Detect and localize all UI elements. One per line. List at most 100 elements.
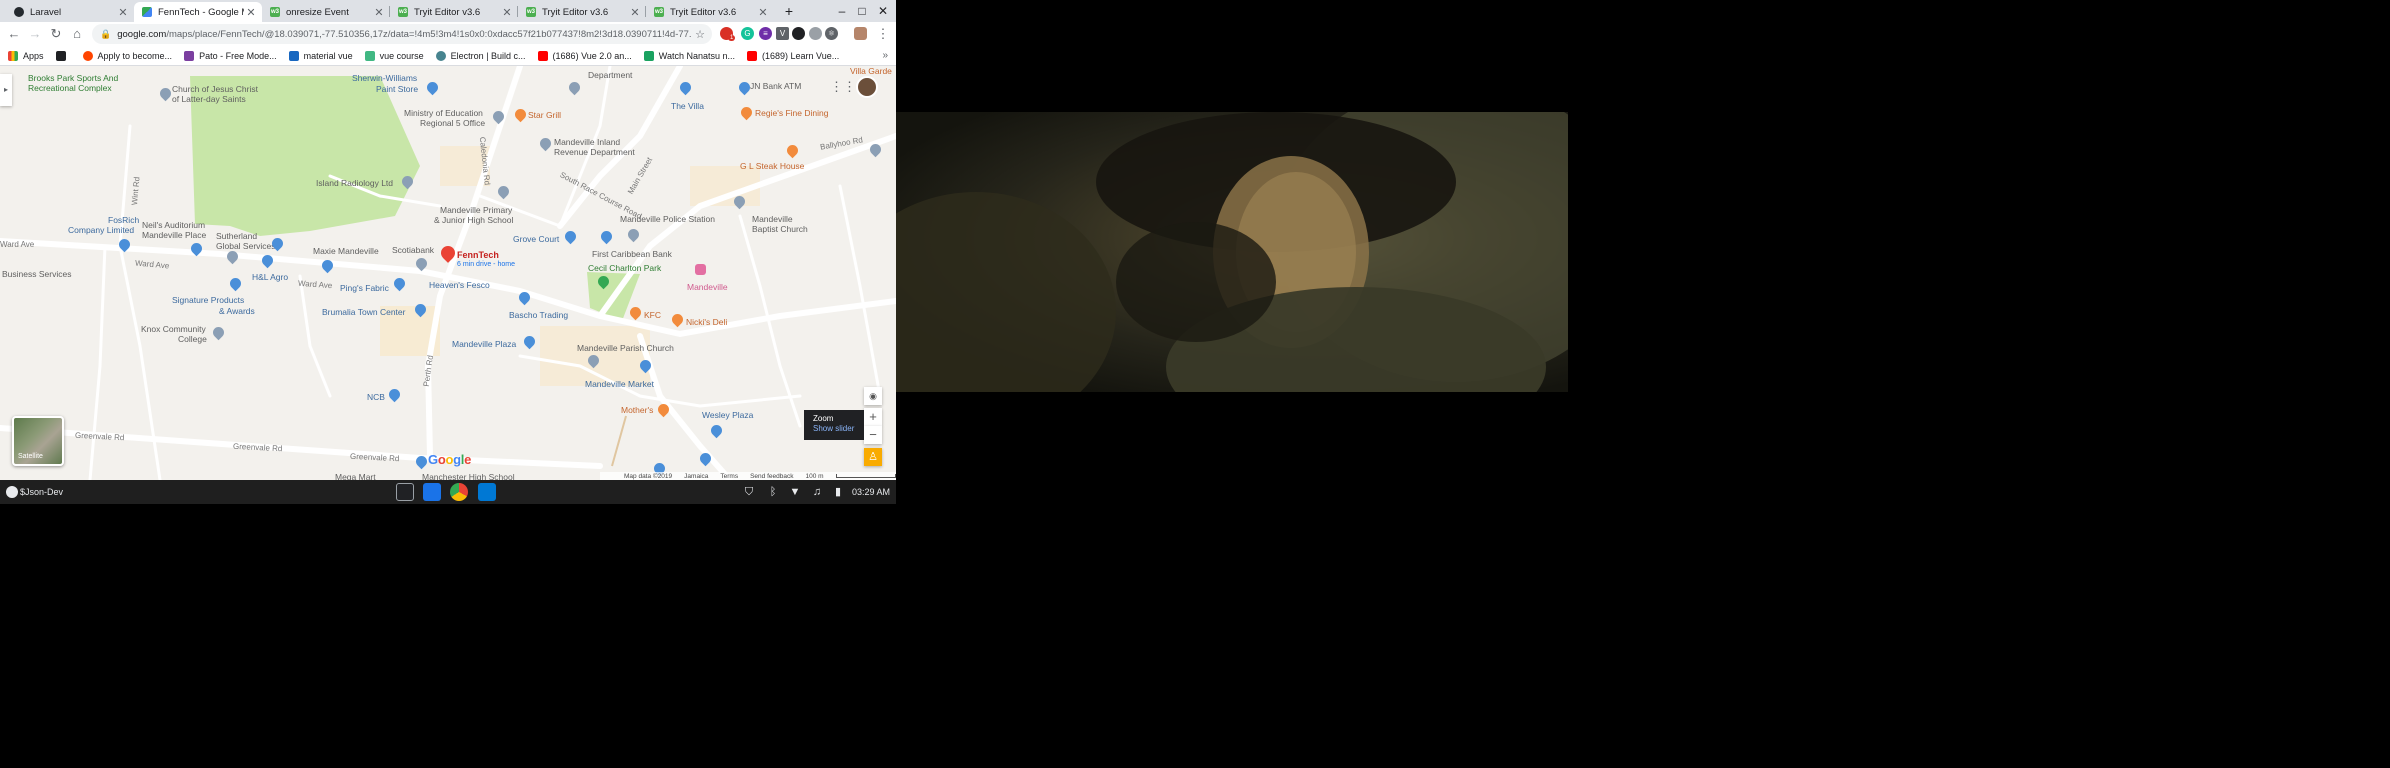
- place-label[interactable]: Mandeville Parish Church: [577, 343, 674, 353]
- send-feedback-link[interactable]: Send feedback: [750, 473, 793, 480]
- extension-dark-icon[interactable]: [792, 27, 805, 40]
- place-label[interactable]: Mother's: [621, 405, 653, 415]
- zoom-out-button[interactable]: −: [864, 426, 882, 444]
- place-label[interactable]: JN Bank ATM: [750, 81, 801, 91]
- tab-google-maps[interactable]: FennTech - Google Ma ✕: [134, 2, 262, 22]
- tab-laravel[interactable]: Laravel ✕: [6, 2, 134, 22]
- pegman-icon[interactable]: ♙: [864, 448, 882, 466]
- react-devtools-icon[interactable]: ⚛: [825, 27, 838, 40]
- maximize-button[interactable]: □: [853, 2, 871, 20]
- place-label[interactable]: Ministry of Education: [404, 108, 483, 118]
- place-label[interactable]: Scotiabank: [392, 245, 434, 255]
- close-tab-icon[interactable]: ✕: [116, 6, 130, 19]
- home-button[interactable]: ⌂: [68, 25, 86, 43]
- place-label[interactable]: FosRich: [108, 215, 139, 225]
- place-label[interactable]: Neil's Auditorium: [142, 220, 205, 230]
- place-label[interactable]: Regional 5 Office: [420, 118, 485, 128]
- profile-avatar-icon[interactable]: [854, 27, 867, 40]
- bookmark-youtube-vue[interactable]: (1686) Vue 2.0 an...: [537, 50, 632, 61]
- place-label[interactable]: Recreational Complex: [28, 83, 112, 93]
- wifi-icon[interactable]: ▼: [788, 485, 802, 499]
- music-icon[interactable]: ♫: [810, 485, 824, 499]
- zoom-in-button[interactable]: +: [864, 408, 882, 426]
- bookmark-nanatsu[interactable]: Watch Nanatsu n...: [643, 50, 735, 61]
- bookmark-electron[interactable]: Electron | Build c...: [435, 50, 526, 61]
- place-label[interactable]: Mandeville Primary: [440, 205, 512, 215]
- close-tab-icon[interactable]: ✕: [244, 6, 258, 19]
- place-label[interactable]: Global Services: [216, 241, 276, 251]
- tab-onresize[interactable]: w3 onresize Event ✕: [262, 2, 390, 22]
- bookmark-pato[interactable]: Pato - Free Mode...: [184, 50, 277, 61]
- place-label[interactable]: Maxie Mandeville: [313, 246, 379, 256]
- reload-button[interactable]: ↻: [47, 25, 65, 43]
- place-label[interactable]: Mandeville Police Station: [620, 214, 715, 224]
- place-label[interactable]: Knox Community: [141, 324, 206, 334]
- place-label[interactable]: Revenue Department: [554, 147, 635, 157]
- place-label[interactable]: H&L Agro: [252, 272, 288, 282]
- close-window-button[interactable]: ✕: [874, 2, 892, 20]
- place-label[interactable]: Department: [588, 70, 632, 80]
- place-label[interactable]: NCB: [367, 392, 385, 402]
- terms-link[interactable]: Terms: [720, 473, 738, 480]
- shield-icon[interactable]: ⛉: [742, 485, 756, 499]
- collapse-sidebar-button[interactable]: ▸: [0, 74, 12, 106]
- place-label[interactable]: Mandeville Place: [142, 230, 206, 240]
- place-label[interactable]: Brumalia Town Center: [322, 307, 405, 317]
- satellite-toggle-button[interactable]: Satellite: [12, 416, 64, 466]
- bookmarks-overflow-icon[interactable]: »: [882, 50, 888, 61]
- files-app-icon[interactable]: [423, 483, 441, 501]
- my-location-button[interactable]: ◉: [864, 387, 882, 405]
- place-label[interactable]: Mandeville: [752, 214, 793, 224]
- place-label[interactable]: Mandeville Market: [585, 379, 654, 389]
- show-slider-link[interactable]: Show slider: [813, 424, 855, 434]
- vuetify-extension-icon[interactable]: V: [776, 27, 789, 40]
- place-label[interactable]: Paint Store: [376, 84, 418, 94]
- chrome-app-icon[interactable]: [450, 483, 468, 501]
- place-label[interactable]: Bascho Trading: [509, 310, 568, 320]
- place-label[interactable]: Star Grill: [528, 110, 561, 120]
- bookmark-material-vue[interactable]: material vue: [288, 50, 353, 61]
- place-label[interactable]: Nicki's Deli: [686, 317, 727, 327]
- close-tab-icon[interactable]: ✕: [500, 6, 514, 19]
- selected-place-name[interactable]: FennTech: [457, 250, 499, 260]
- tab-tryit-3[interactable]: w3 Tryit Editor v3.6 ✕: [646, 2, 774, 22]
- place-label[interactable]: Mandeville Inland: [554, 137, 620, 147]
- extension-stack-icon[interactable]: ≡: [759, 27, 772, 40]
- bookmark-youtube-learn-vue[interactable]: (1689) Learn Vue...: [746, 50, 839, 61]
- region-label[interactable]: Jamaica: [684, 473, 708, 480]
- terminal-app-icon[interactable]: [396, 483, 414, 501]
- place-label[interactable]: Baptist Church: [752, 224, 808, 234]
- battery-icon[interactable]: ▮: [831, 485, 845, 499]
- place-label[interactable]: Wesley Plaza: [702, 410, 753, 420]
- forward-button[interactable]: →: [26, 25, 44, 43]
- google-apps-icon[interactable]: ⋮⋮: [830, 80, 856, 94]
- place-label[interactable]: Mandeville Plaza: [452, 339, 516, 349]
- place-label[interactable]: Regie's Fine Dining: [755, 108, 828, 118]
- place-label[interactable]: Sherwin-Williams: [352, 73, 417, 83]
- tab-tryit-2[interactable]: w3 Tryit Editor v3.6 ✕: [518, 2, 646, 22]
- place-label[interactable]: Sutherland: [216, 231, 257, 241]
- place-label[interactable]: Church of Jesus Christ: [172, 84, 258, 94]
- place-label[interactable]: Grove Court: [513, 234, 559, 244]
- place-label[interactable]: & Junior High School: [434, 215, 513, 225]
- grammarly-icon[interactable]: G: [741, 27, 754, 40]
- bookmark-reddit[interactable]: Apply to become...: [82, 50, 172, 61]
- bookmark-camera[interactable]: [55, 50, 71, 61]
- bluetooth-icon[interactable]: ᛒ: [766, 485, 780, 499]
- place-label[interactable]: Villa Garde: [850, 66, 892, 76]
- back-button[interactable]: ←: [5, 25, 23, 43]
- video-player[interactable]: [896, 0, 1568, 504]
- vscode-app-icon[interactable]: [478, 483, 496, 501]
- place-label[interactable]: Manchester High School: [422, 472, 515, 480]
- mall-pin-icon[interactable]: [695, 264, 706, 275]
- bookmark-vue-course[interactable]: vue course: [364, 50, 424, 61]
- map-canvas[interactable]: ▸ Brooks Park Sports And Recreational Co…: [0, 66, 896, 480]
- scale-label[interactable]: 100 m: [805, 473, 823, 480]
- place-label[interactable]: Brooks Park Sports And: [28, 73, 118, 83]
- minimize-button[interactable]: –: [833, 2, 851, 20]
- place-label[interactable]: Ping's Fabric: [340, 283, 389, 293]
- place-label[interactable]: Cecil Charlton Park: [588, 263, 661, 273]
- bookmark-star-icon[interactable]: ☆: [692, 28, 708, 41]
- place-label[interactable]: Mandeville: [687, 282, 728, 292]
- account-avatar[interactable]: [856, 76, 878, 98]
